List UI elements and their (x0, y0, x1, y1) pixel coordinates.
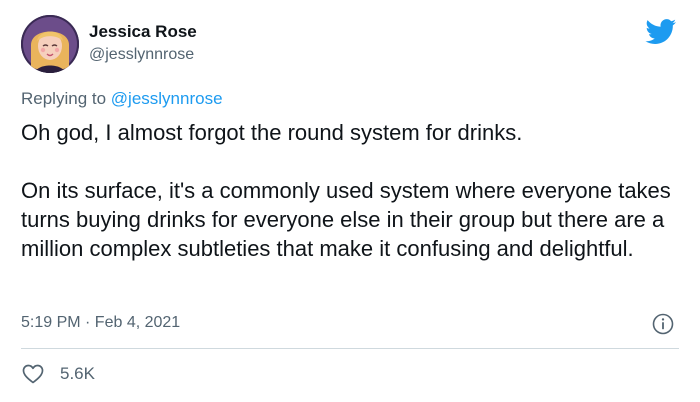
author-handle[interactable]: @jesslynnrose (89, 45, 194, 65)
tweet-text: Oh god, I almost forgot the round system… (21, 118, 691, 263)
tweet-timestamp[interactable]: 5:19 PM · Feb 4, 2021 (21, 313, 180, 333)
avatar[interactable] (21, 15, 79, 73)
tweet-paragraph: Oh god, I almost forgot the round system… (21, 120, 523, 145)
like-count: 5.6K (60, 364, 95, 383)
tweet-paragraph: On its surface, it's a commonly used sys… (21, 178, 671, 261)
avatar-illustration (21, 15, 79, 73)
info-icon[interactable] (651, 312, 675, 336)
replying-to-label: Replying to (21, 89, 111, 108)
heart-icon[interactable] (21, 362, 45, 386)
replying-to-line: Replying to @jesslynnrose (21, 88, 223, 110)
author-name[interactable]: Jessica Rose (89, 22, 197, 42)
tweet-card: Jessica Rose @jesslynnrose Replying to @… (0, 0, 700, 402)
like-button[interactable]: 5.6K (21, 362, 95, 386)
twitter-bird-icon[interactable] (645, 19, 677, 45)
reply-mention-link[interactable]: @jesslynnrose (111, 89, 223, 108)
divider (21, 348, 679, 349)
